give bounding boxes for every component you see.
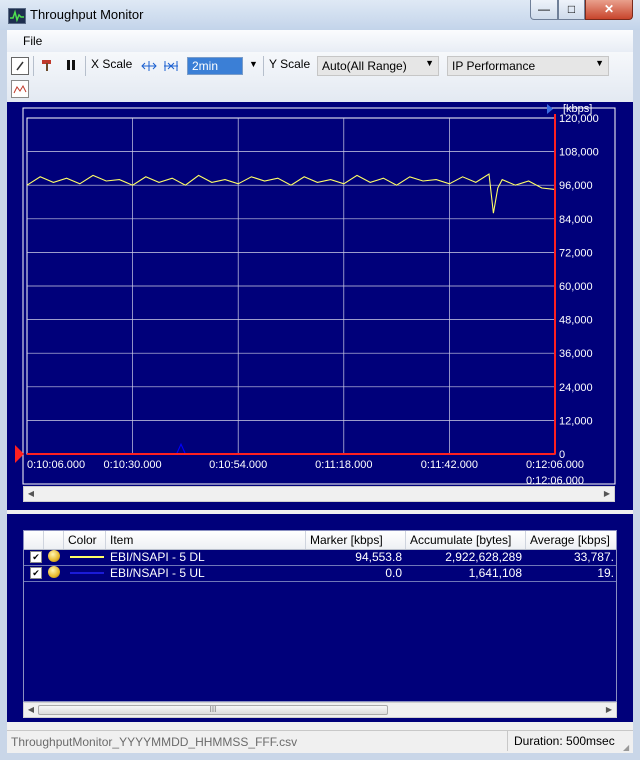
scroll-right-icon[interactable]: ▶ (602, 704, 616, 716)
series-line (27, 442, 555, 455)
chevron-down-icon: ▼ (595, 58, 604, 68)
header-marker[interactable]: Marker [kbps] (306, 531, 406, 549)
y-tick-label: 60,000 (559, 281, 593, 293)
y-tick-label: 108,000 (559, 147, 599, 159)
throughput-monitor-window: Throughput Monitor — □ ✕ File X Scale 2m… (0, 0, 640, 760)
x-tick-label: 0:10:54.000 (209, 459, 267, 471)
header-icon-col (44, 531, 64, 549)
minimize-button[interactable]: — (530, 0, 558, 20)
toolbar-separator (85, 56, 86, 76)
table-header: Color Item Marker [kbps] Accumulate [byt… (24, 531, 616, 550)
row-checkbox[interactable]: ✔ (30, 567, 42, 579)
x-tick-label: 0:10:30.000 (104, 459, 162, 471)
chevron-down-icon: ▼ (425, 58, 434, 68)
throughput-chart: 0 12,000 24,000 36,000 48,000 60,000 72,000 84,… (7, 102, 633, 510)
y-tick-label: 48,000 (559, 315, 593, 327)
row-marker: 94,553.8 (355, 550, 402, 564)
y-scale-select[interactable]: Auto(All Range) ▼ (317, 56, 439, 76)
row-item: EBI/NSAPI - 5 DL (110, 550, 205, 564)
title-bar[interactable]: Throughput Monitor — □ ✕ (0, 0, 640, 30)
bulb-icon (48, 566, 60, 578)
edit-icon[interactable] (11, 57, 29, 75)
close-button[interactable]: ✕ (585, 0, 633, 20)
hammer-icon[interactable] (39, 57, 55, 73)
row-item: EBI/NSAPI - 5 UL (110, 566, 205, 580)
table-row[interactable]: ✔ EBI/NSAPI - 5 UL 0.0 1,641,108 19. (24, 565, 616, 582)
bulb-icon (48, 550, 60, 562)
series-color-swatch (70, 556, 104, 558)
pause-icon[interactable] (63, 57, 79, 73)
row-checkbox[interactable]: ✔ (30, 551, 42, 563)
y-tick-label: 24,000 (559, 382, 593, 394)
status-file-name: ThroughputMonitor_YYYYMMDD_HHMMSS_FFF.cs… (11, 735, 298, 749)
window-title: Throughput Monitor (30, 7, 144, 22)
scroll-left-icon[interactable]: ◀ (24, 704, 38, 716)
toolbar: X Scale 2min ▼ Y Scale Auto(All Range) ▼… (7, 52, 633, 102)
header-average[interactable]: Average [kbps] (526, 531, 616, 549)
series-table: Color Item Marker [kbps] Accumulate [byt… (23, 530, 617, 702)
marker-handle-top-icon (547, 104, 553, 114)
chart-view-icon[interactable] (11, 80, 29, 98)
series-color-swatch (70, 572, 104, 574)
chart-frame (22, 107, 616, 485)
scroll-thumb[interactable]: III (38, 705, 388, 715)
table-horizontal-scrollbar[interactable]: ◀ III ▶ (23, 702, 617, 718)
y-tick-label: 72,000 (559, 247, 593, 259)
menu-file[interactable]: File (23, 34, 42, 48)
x-zoom-out-icon[interactable] (163, 58, 179, 74)
row-accumulate: 2,922,628,289 (445, 550, 522, 564)
header-checkbox-col (24, 531, 44, 549)
resize-grip-icon[interactable]: ◢ (623, 743, 633, 753)
x-tick-label: 0:11:42.000 (421, 459, 478, 471)
y-scale-label: Y Scale (269, 57, 311, 71)
y-tick-label: 36,000 (559, 348, 593, 360)
row-marker: 0.0 (385, 566, 402, 580)
status-duration: Duration: 500msec (507, 731, 636, 751)
x-zoom-in-icon[interactable] (141, 58, 157, 74)
row-average: 33,787. (573, 550, 614, 564)
chart-horizontal-scrollbar[interactable]: ◀ ▶ (23, 486, 615, 502)
toolbar-separator (33, 56, 34, 76)
maximize-button[interactable]: □ (558, 0, 585, 20)
app-icon (8, 8, 26, 24)
header-accumulate[interactable]: Accumulate [bytes] (406, 531, 526, 549)
header-color[interactable]: Color (64, 531, 106, 549)
x-scale-label: X Scale (91, 57, 133, 71)
y-tick-label: 96,000 (559, 180, 593, 192)
client-area: File X Scale 2min ▼ Y Scale Auto(All Ran… (7, 30, 633, 753)
y-scale-value: Auto(All Range) (322, 59, 407, 73)
x-scale-input[interactable]: 2min (187, 57, 243, 75)
x-tick-label: 0:10:06.000 (27, 459, 85, 471)
toolbar-separator (263, 56, 264, 76)
mode-select[interactable]: IP Performance ▼ (447, 56, 609, 76)
scroll-left-icon[interactable]: ◀ (24, 488, 38, 500)
table-row[interactable]: ✔ EBI/NSAPI - 5 DL 94,553.8 2,922,628,28… (24, 549, 616, 566)
y-tick-label: 84,000 (559, 214, 593, 226)
row-accumulate: 1,641,108 (468, 566, 522, 580)
x-scale-dropdown-arrow[interactable]: ▼ (249, 59, 258, 69)
chart-svg: 012,00024,00036,00048,00060,00072,00084,… (15, 103, 616, 487)
mode-value: IP Performance (452, 59, 536, 73)
legend-table-panel: Color Item Marker [kbps] Accumulate [byt… (7, 514, 633, 722)
x-tick-label: 0:11:18.000 (315, 459, 372, 471)
scroll-right-icon[interactable]: ▶ (600, 488, 614, 500)
series-line (26, 173, 556, 214)
row-average: 19. (597, 566, 614, 580)
status-bar: ThroughputMonitor_YYYYMMDD_HHMMSS_FFF.cs… (7, 730, 633, 753)
x-tick-label: 0:12:06.000 (526, 459, 584, 471)
header-item[interactable]: Item (106, 531, 306, 549)
y-tick-label: 12,000 (559, 415, 593, 427)
y-unit-label: [kbps] (563, 103, 592, 115)
menu-bar: File (7, 30, 633, 52)
